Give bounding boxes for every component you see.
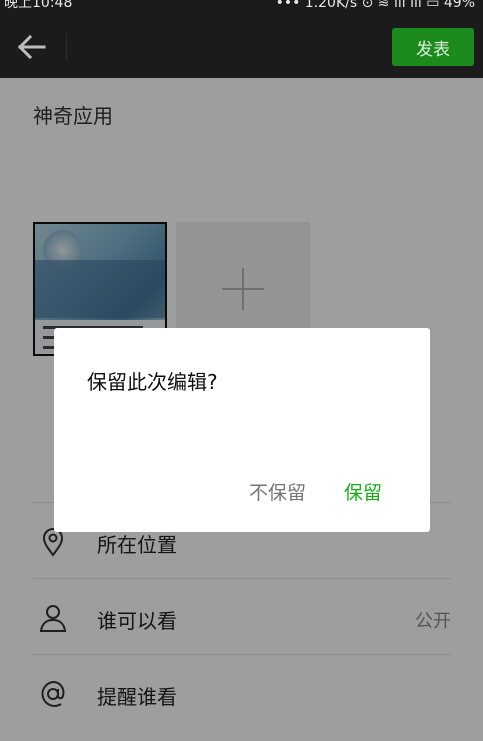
save-draft-dialog: 保留此次编辑? 不保留 保留 [54,328,430,532]
publish-button[interactable]: 发表 [392,28,474,66]
status-indicators: ••• 1.20K/s ⊙ ≋ ıll ıll ▭ 49% [275,0,475,11]
back-arrow-icon [17,34,46,60]
status-time: 晚上10:48 [4,0,73,11]
keep-button[interactable]: 保留 [344,478,382,505]
title-divider [66,34,67,60]
status-bar: 晚上10:48 ••• 1.20K/s ⊙ ≋ ıll ıll ▭ 49% [0,0,483,14]
back-button[interactable] [14,32,54,62]
discard-button[interactable]: 不保留 [249,478,306,505]
dialog-title: 保留此次编辑? [87,370,218,394]
title-bar: 发表 [0,14,483,78]
